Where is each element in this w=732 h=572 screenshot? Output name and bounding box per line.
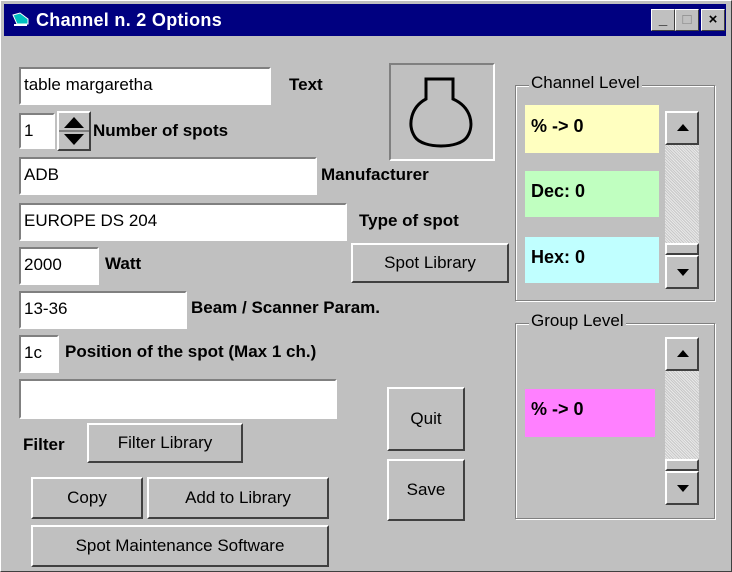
position-input[interactable]: 1c <box>19 335 59 373</box>
watt-label: Watt <box>105 254 142 273</box>
spot-library-button[interactable]: Spot Library <box>351 243 509 283</box>
group-level-label: Group Level <box>529 311 626 331</box>
position-label: Position of the spot (Max 1 ch.) <box>65 342 317 361</box>
window-app-icon <box>12 11 30 29</box>
beam-scanner-input[interactable]: 13-36 <box>19 291 187 329</box>
type-of-spot-input[interactable]: EUROPE DS 204 <box>19 203 347 241</box>
filter-library-label: Filter Library <box>117 433 213 452</box>
manufacturer-label: Manufacturer <box>321 165 429 184</box>
text-input[interactable]: table margaretha <box>19 67 271 105</box>
options-window: Channel n. 2 Options _ □ × table margare… <box>0 0 732 572</box>
spotlight-outline-icon <box>409 77 473 148</box>
channel-scroll-thumb[interactable] <box>665 243 699 255</box>
channel-scroll-up-button[interactable] <box>665 111 699 145</box>
channel-dec-display: Dec: 0 <box>525 171 659 217</box>
arrow-down-icon <box>677 485 689 492</box>
filter-label: Filter <box>23 435 65 454</box>
arrow-down-icon <box>677 269 689 276</box>
spots-label: Number of spots <box>93 121 229 140</box>
add-to-library-label: Add to Library <box>185 488 291 507</box>
save-label: Save <box>406 480 446 499</box>
window-title: Channel n. 2 Options <box>36 10 223 30</box>
close-button[interactable]: × <box>701 9 725 31</box>
stepper-arrows-icon <box>59 117 89 145</box>
filter-library-button[interactable]: Filter Library <box>87 423 243 463</box>
channel-hex-display: Hex: 0 <box>525 237 659 283</box>
save-button[interactable]: Save <box>387 459 465 521</box>
arrow-up-icon <box>677 350 689 357</box>
channel-percent-display: % -> 0 <box>525 105 659 153</box>
add-to-library-button[interactable]: Add to Library <box>147 477 329 519</box>
maximize-icon: □ <box>682 11 692 28</box>
quit-button[interactable]: Quit <box>387 387 465 451</box>
type-of-spot-label: Type of spot <box>359 211 459 230</box>
spots-stepper[interactable] <box>57 111 91 151</box>
quit-label: Quit <box>410 409 442 428</box>
close-icon: × <box>708 11 718 28</box>
spots-count-input[interactable]: 1 <box>19 113 55 149</box>
copy-button[interactable]: Copy <box>31 477 143 519</box>
channel-level-label: Channel Level <box>529 73 642 93</box>
watt-input[interactable]: 2000 <box>19 247 99 285</box>
channel-scroll-down-button[interactable] <box>665 255 699 289</box>
group-scroll-thumb[interactable] <box>665 459 699 471</box>
text-label: Text <box>289 75 323 94</box>
arrow-up-icon <box>677 124 689 131</box>
maximize-button[interactable]: □ <box>675 9 699 31</box>
beam-scanner-label: Beam / Scanner Param. <box>191 298 380 317</box>
minimize-icon: _ <box>658 11 668 28</box>
group-percent-display: % -> 0 <box>525 389 655 437</box>
copy-label: Copy <box>67 488 107 507</box>
spot-library-label: Spot Library <box>384 253 476 272</box>
title-bar[interactable]: Channel n. 2 Options _ □ × <box>4 4 726 36</box>
spot-maintenance-label: Spot Maintenance Software <box>75 536 285 555</box>
manufacturer-input[interactable]: ADB <box>19 157 317 195</box>
spot-maintenance-button[interactable]: Spot Maintenance Software <box>31 525 329 567</box>
minimize-button[interactable]: _ <box>651 9 675 31</box>
group-scroll-up-button[interactable] <box>665 337 699 371</box>
spot-preview <box>389 63 495 161</box>
group-scroll-down-button[interactable] <box>665 471 699 505</box>
filter-input[interactable] <box>19 379 337 419</box>
